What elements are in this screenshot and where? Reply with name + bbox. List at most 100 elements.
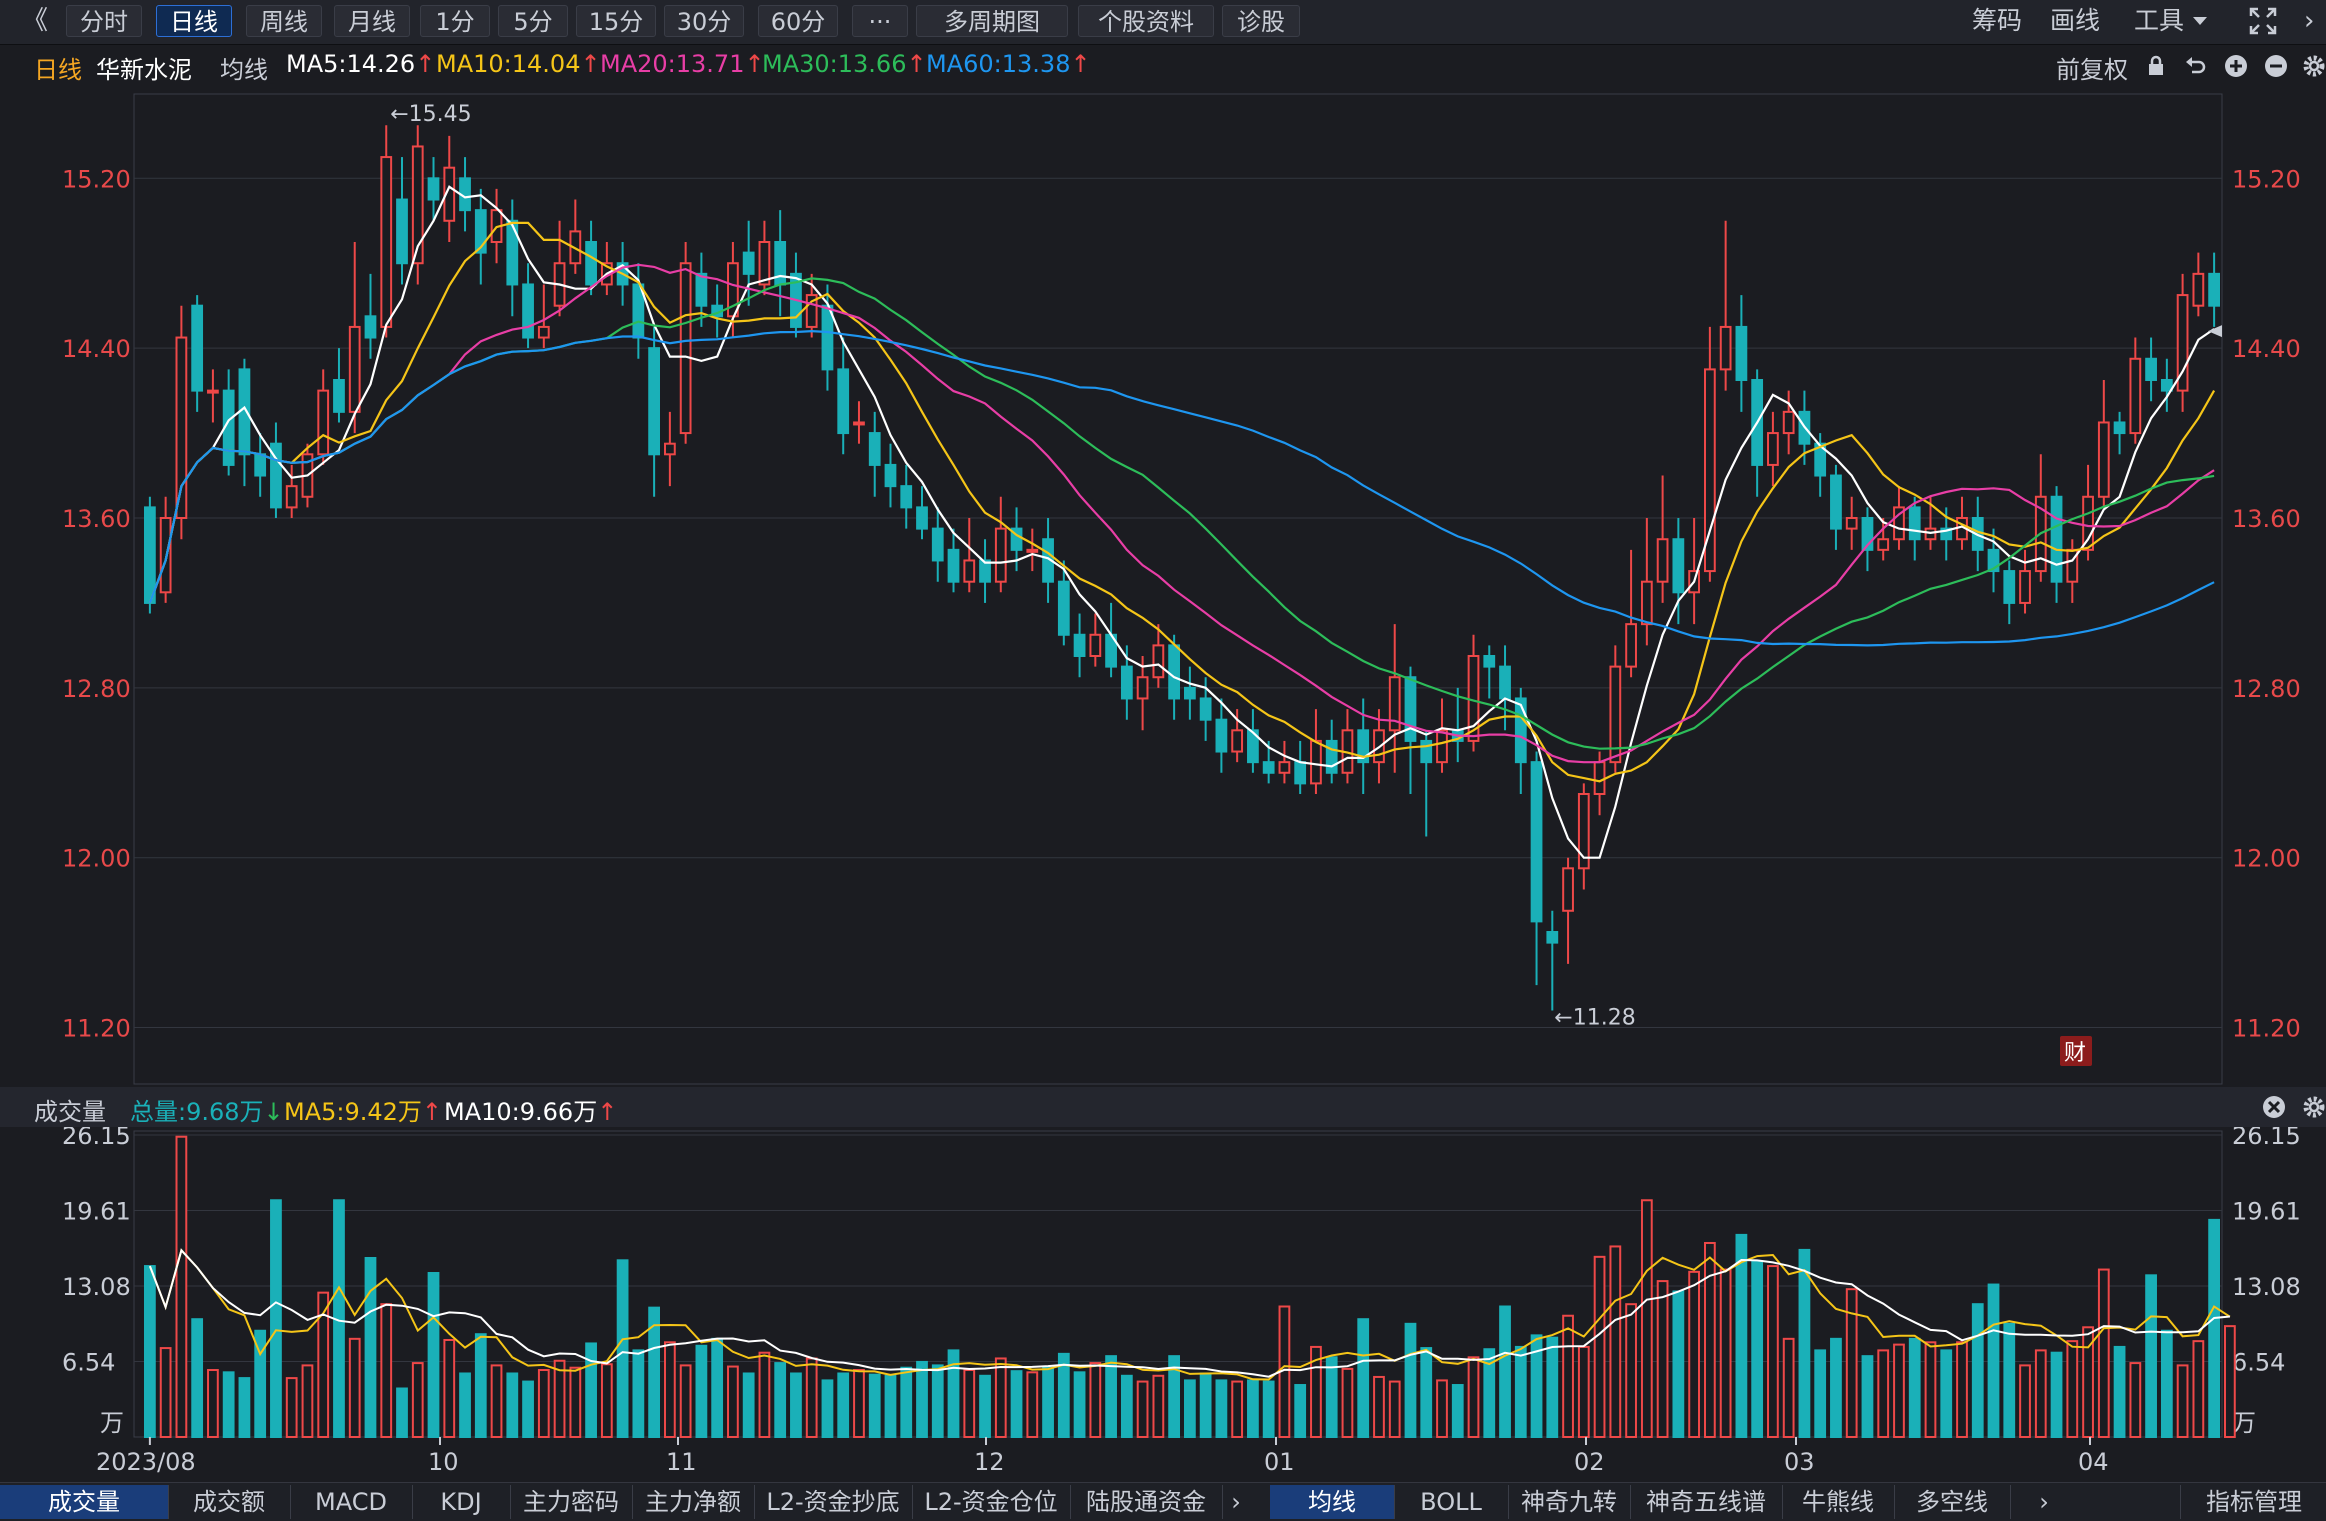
overlay-tab-3[interactable]: 神奇五线谱 xyxy=(1630,1485,1783,1519)
chips-button[interactable]: 筹码 xyxy=(1972,5,2022,37)
volume-bar xyxy=(2160,1329,2173,1438)
candle-body xyxy=(1325,739,1338,774)
volume-bar xyxy=(1120,1374,1133,1438)
volume-bar xyxy=(537,1369,550,1438)
toolbar-button-3[interactable]: 月线 xyxy=(334,5,410,37)
indicator-manage-button[interactable]: 指标管理 xyxy=(2180,1485,2326,1519)
volume-bar xyxy=(1609,1245,1622,1438)
indicator-tab-2[interactable]: MACD xyxy=(290,1485,413,1519)
overlay-tab-4[interactable]: 牛熊线 xyxy=(1782,1485,1895,1519)
settings-gear-icon[interactable] xyxy=(2302,54,2326,78)
toolbar-button-0[interactable]: 分时 xyxy=(66,5,142,37)
candle-body xyxy=(1499,665,1511,700)
volume-bar xyxy=(1294,1384,1307,1438)
candle-body xyxy=(1404,676,1417,742)
volume-header: 成交量 总量:9.68万↓ MA5:9.42万↑ MA10:9.66万↑ xyxy=(0,1087,2326,1127)
volume-total: 总量:9.68万↓ xyxy=(130,1098,284,1126)
collapse-icon[interactable]: 《 xyxy=(22,5,48,37)
toolbar-button-12[interactable]: 诊股 xyxy=(1222,5,1300,37)
toolbar-button-2[interactable]: 周线 xyxy=(246,5,322,37)
more-icon[interactable]: › xyxy=(2304,5,2314,37)
undo-icon[interactable] xyxy=(2184,54,2208,78)
fullscreen-icon[interactable] xyxy=(2248,6,2278,36)
chevron-down-icon[interactable] xyxy=(2192,14,2208,28)
top-toolbar: 《 分时 日线 周线 月线 1分 5分 15分 30分 60分 ··· 多周期图 个股资料 诊股 筹码 … xyxy=(0,0,2326,45)
candle-body xyxy=(1640,580,1653,626)
volume-bar xyxy=(411,1362,424,1438)
toolbar-button-4[interactable]: 1分 xyxy=(420,5,490,37)
candle-body xyxy=(994,527,1007,583)
y-tick-left: 14.40 xyxy=(62,335,131,363)
tools-menu-button[interactable]: 工具 xyxy=(2134,5,2184,37)
zoom-out-icon[interactable] xyxy=(2264,54,2288,78)
candle-body xyxy=(1278,761,1291,774)
finance-badge-text: 财 xyxy=(2064,1041,2086,1066)
toolbar-button-1[interactable]: 日线 xyxy=(156,5,232,37)
indicator-tab-1[interactable]: 成交额 xyxy=(168,1485,291,1519)
volume-bar xyxy=(2034,1349,2047,1438)
candlestick-chart[interactable]: 15.20 15.20 14.40 14.40 13.60 13.60 12.80 12.80… xyxy=(0,86,2326,1086)
plot-area xyxy=(133,93,2223,1085)
overlay-tab-2[interactable]: 神奇九转 xyxy=(1508,1485,1631,1519)
volume-bar xyxy=(790,1372,802,1439)
candle-body xyxy=(2129,357,2142,435)
tabs-next-icon[interactable]: › xyxy=(1226,1485,1246,1519)
indicator-tab-7[interactable]: L2-资金仓位 xyxy=(912,1485,1071,1519)
volume-bar xyxy=(742,1372,755,1439)
adjust-mode[interactable]: 前复权 xyxy=(2056,50,2128,85)
volume-y-tick-left: 26.15 xyxy=(62,1127,131,1150)
volume-bar xyxy=(1924,1341,1937,1438)
volume-bar xyxy=(2066,1340,2079,1438)
indicator-tab-8[interactable]: 陆股通资金 xyxy=(1070,1485,1223,1519)
indicator-tab-4[interactable]: 主力密码 xyxy=(510,1485,633,1519)
volume-bar xyxy=(758,1351,771,1439)
toolbar-button-7[interactable]: 30分 xyxy=(664,5,744,37)
volume-bar xyxy=(270,1199,282,1439)
x-label: 03 xyxy=(1784,1448,1815,1476)
toolbar-button-8[interactable]: 60分 xyxy=(758,5,838,37)
volume-bar xyxy=(979,1374,991,1438)
candle-body xyxy=(1514,697,1527,764)
volume-bar xyxy=(1404,1322,1417,1438)
stock-name[interactable]: 华新水泥 xyxy=(96,50,192,85)
zoom-in-icon[interactable] xyxy=(2224,54,2248,78)
overlay-tab-0[interactable]: 均线 xyxy=(1270,1485,1395,1519)
indicator-tab-0[interactable]: 成交量 xyxy=(0,1485,169,1519)
indicator-settings-icon[interactable] xyxy=(2302,1095,2326,1119)
volume-ma5: MA5:9.42万↑ xyxy=(284,1098,443,1126)
candle-body xyxy=(2145,357,2157,381)
toolbar-button-10[interactable]: 多周期图 xyxy=(916,5,1068,37)
volume-bar xyxy=(821,1379,834,1438)
indicator-tab-6[interactable]: L2-资金抄底 xyxy=(754,1485,913,1519)
draw-button[interactable]: 画线 xyxy=(2050,5,2100,37)
volume-bar xyxy=(1672,1290,1685,1438)
indicator-tab-5[interactable]: 主力净额 xyxy=(632,1485,755,1519)
candle-body xyxy=(254,453,267,477)
overlay-tab-1[interactable]: BOLL xyxy=(1394,1485,1509,1519)
toolbar-button-6[interactable]: 15分 xyxy=(576,5,656,37)
volume-bar xyxy=(711,1337,724,1439)
volume-bar xyxy=(1420,1347,1433,1438)
volume-bar xyxy=(1830,1337,1842,1439)
lock-icon[interactable] xyxy=(2144,54,2168,78)
volume-chart[interactable]: 26.15 26.1519.61 19.6113.08 13.086.54 6.54万万… xyxy=(0,1127,2326,1482)
toolbar-button-5[interactable]: 5分 xyxy=(498,5,568,37)
volume-title[interactable]: 成交量 xyxy=(34,1092,106,1127)
ma-label[interactable]: 均线 xyxy=(220,50,268,85)
tabs-right-next-icon[interactable]: › xyxy=(2034,1485,2054,1519)
volume-bar xyxy=(1499,1305,1511,1438)
volume-bar xyxy=(2019,1364,2031,1438)
toolbar-button-11[interactable]: 个股资料 xyxy=(1078,5,1214,37)
volume-bar xyxy=(632,1349,645,1438)
volume-bar xyxy=(1467,1356,1480,1438)
indicator-tab-3[interactable]: KDJ xyxy=(412,1485,511,1519)
candle-body xyxy=(1719,325,1732,371)
toolbar-button-9[interactable]: ··· xyxy=(852,5,908,37)
volume-bar xyxy=(916,1360,928,1438)
volume-bar xyxy=(443,1338,456,1438)
candle-body xyxy=(1625,623,1637,668)
close-indicator-icon[interactable] xyxy=(2262,1095,2286,1119)
volume-bar xyxy=(853,1369,865,1438)
candle-body xyxy=(1231,729,1244,753)
overlay-tab-5[interactable]: 多空线 xyxy=(1894,1485,2011,1519)
